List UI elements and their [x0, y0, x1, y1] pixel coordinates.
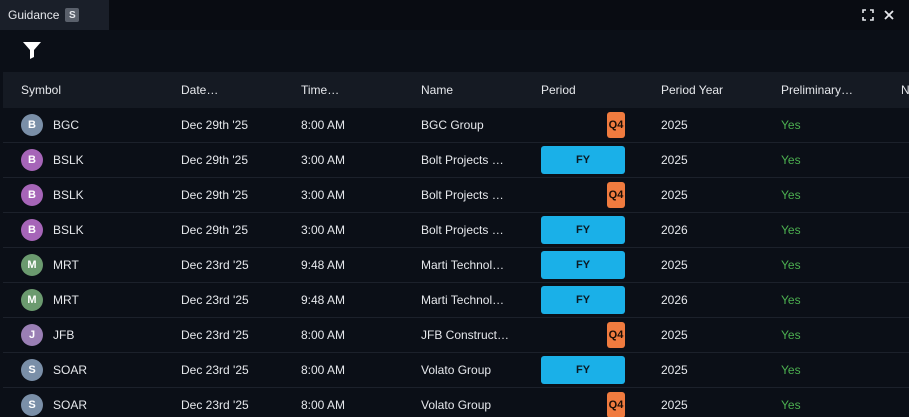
date-cell: Dec 23rd '25 [181, 363, 249, 377]
name-cell: Volato Group [421, 363, 492, 377]
preliminary-cell: Yes [781, 188, 801, 202]
period-badge: Q4 [607, 112, 625, 138]
symbol-cell[interactable]: BSLK [53, 143, 84, 178]
period-badge: FY [541, 286, 625, 314]
period-year-cell: 2025 [661, 118, 688, 132]
date-cell: Dec 29th '25 [181, 153, 249, 167]
table-header: Symbol Date… Time… Name Period Period Ye… [3, 72, 909, 108]
preliminary-cell: Yes [781, 328, 801, 342]
table-row[interactable]: S SOAR Dec 23rd '25 8:00 AM Volato Group FY 20… [3, 353, 909, 388]
symbol-cell[interactable]: BSLK [53, 178, 84, 213]
date-cell: Dec 29th '25 [181, 118, 249, 132]
date-cell: Dec 29th '25 [181, 188, 249, 202]
avatar: J [21, 324, 43, 346]
column-header-period[interactable]: Period [541, 72, 651, 108]
period-year-cell: 2025 [661, 258, 688, 272]
table-row[interactable]: B BSLK Dec 29th '25 3:00 AM Bolt Projects … F… [3, 213, 909, 248]
filter-icon[interactable] [22, 40, 42, 60]
toolbar [0, 30, 909, 72]
name-cell: Marti Technol… [421, 258, 505, 272]
preliminary-cell: Yes [781, 153, 801, 167]
symbol-cell[interactable]: MRT [53, 283, 79, 318]
column-header-next[interactable]: N [901, 72, 909, 108]
period-badge: FY [541, 356, 625, 384]
column-header-name[interactable]: Name [421, 72, 531, 108]
period-year-cell: 2025 [661, 153, 688, 167]
tab-badge: S [65, 8, 80, 22]
tab-title: Guidance [8, 8, 60, 22]
time-cell: 3:00 AM [301, 153, 346, 167]
table-row[interactable]: B BGC Dec 29th '25 8:00 AM BGC Group Q4 2025 Ye… [3, 108, 909, 143]
period-badge: FY [541, 251, 625, 279]
period-badge: Q4 [607, 182, 625, 208]
date-cell: Dec 23rd '25 [181, 398, 249, 412]
period-badge: FY [541, 216, 625, 244]
name-cell: Bolt Projects … [421, 188, 504, 202]
preliminary-cell: Yes [781, 363, 801, 377]
period-year-cell: 2025 [661, 363, 688, 377]
name-cell: Volato Group [421, 398, 492, 412]
table-row[interactable]: M MRT Dec 23rd '25 9:48 AM Marti Technol… FY 2… [3, 248, 909, 283]
period-year-cell: 2025 [661, 398, 688, 412]
name-cell: JFB Construct… [421, 328, 510, 342]
time-cell: 8:00 AM [301, 398, 346, 412]
name-cell: BGC Group [421, 118, 484, 132]
period-badge: Q4 [607, 322, 625, 348]
preliminary-cell: Yes [781, 398, 801, 412]
preliminary-cell: Yes [781, 258, 801, 272]
time-cell: 3:00 AM [301, 188, 346, 202]
period-year-cell: 2025 [661, 328, 688, 342]
table-row[interactable]: B BSLK Dec 29th '25 3:00 AM Bolt Projects … Q… [3, 178, 909, 213]
name-cell: Bolt Projects … [421, 153, 504, 167]
close-icon[interactable] [881, 7, 897, 23]
table-row[interactable]: S SOAR Dec 23rd '25 8:00 AM Volato Group Q4 20… [3, 388, 909, 417]
name-cell: Bolt Projects … [421, 223, 504, 237]
period-badge: Q4 [607, 392, 625, 417]
symbol-cell[interactable]: SOAR [53, 388, 87, 417]
table-row[interactable]: B BSLK Dec 29th '25 3:00 AM Bolt Projects … F… [3, 143, 909, 178]
table-body: B BGC Dec 29th '25 8:00 AM BGC Group Q4 2025 Ye… [3, 108, 909, 417]
title-bar: Guidance S [0, 0, 909, 30]
column-header-symbol[interactable]: Symbol [21, 72, 161, 108]
time-cell: 9:48 AM [301, 258, 346, 272]
table-row[interactable]: J JFB Dec 23rd '25 8:00 AM JFB Construct… Q4 2… [3, 318, 909, 353]
time-cell: 9:48 AM [301, 293, 346, 307]
avatar: S [21, 359, 43, 381]
column-header-time[interactable]: Time… [301, 72, 411, 108]
symbol-cell[interactable]: MRT [53, 248, 79, 283]
column-header-date[interactable]: Date… [181, 72, 291, 108]
date-cell: Dec 23rd '25 [181, 293, 249, 307]
date-cell: Dec 23rd '25 [181, 328, 249, 342]
preliminary-cell: Yes [781, 118, 801, 132]
date-cell: Dec 23rd '25 [181, 258, 249, 272]
avatar: B [21, 219, 43, 241]
symbol-cell[interactable]: BGC [53, 108, 79, 143]
symbol-cell[interactable]: SOAR [53, 353, 87, 388]
column-header-period-year[interactable]: Period Year [661, 72, 771, 108]
name-cell: Marti Technol… [421, 293, 505, 307]
symbol-cell[interactable]: BSLK [53, 213, 84, 248]
preliminary-cell: Yes [781, 223, 801, 237]
time-cell: 8:00 AM [301, 118, 346, 132]
table-row[interactable]: M MRT Dec 23rd '25 9:48 AM Marti Technol… FY 2… [3, 283, 909, 318]
period-year-cell: 2026 [661, 293, 688, 307]
avatar: B [21, 114, 43, 136]
period-badge: FY [541, 146, 625, 174]
time-cell: 8:00 AM [301, 328, 346, 342]
avatar: M [21, 289, 43, 311]
symbol-cell[interactable]: JFB [53, 318, 74, 353]
tab-guidance[interactable]: Guidance S [0, 0, 109, 30]
column-header-preliminary[interactable]: Preliminary… [781, 72, 891, 108]
time-cell: 8:00 AM [301, 363, 346, 377]
period-year-cell: 2026 [661, 223, 688, 237]
date-cell: Dec 29th '25 [181, 223, 249, 237]
avatar: M [21, 254, 43, 276]
preliminary-cell: Yes [781, 293, 801, 307]
time-cell: 3:00 AM [301, 223, 346, 237]
period-year-cell: 2025 [661, 188, 688, 202]
avatar: B [21, 184, 43, 206]
maximize-icon[interactable] [860, 7, 876, 23]
avatar: S [21, 394, 43, 416]
avatar: B [21, 149, 43, 171]
